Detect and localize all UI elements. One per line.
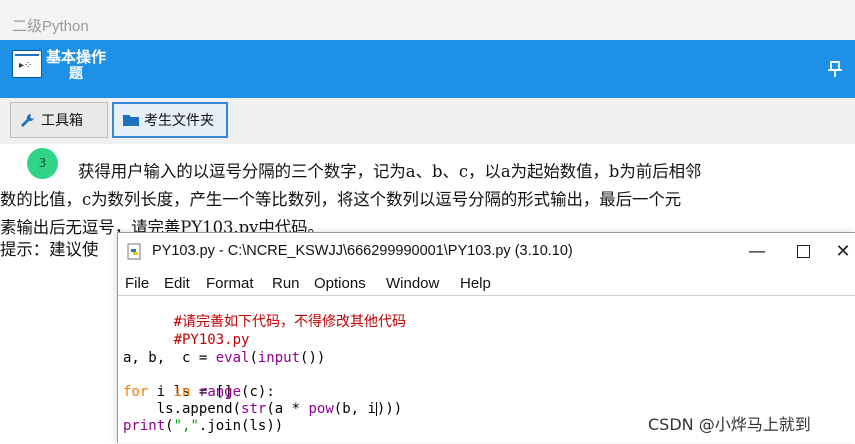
code-line: a, b, c = eval(input()) — [123, 350, 326, 366]
toolbox-label: 工具箱 — [41, 113, 83, 129]
task-icon: ▸⁘ — [12, 50, 42, 78]
code-line: #PY103.py — [173, 332, 250, 348]
code-line: ls = [] — [173, 384, 233, 400]
toolbar: 工具箱 考生文件夹 — [0, 98, 855, 144]
question-line: 获得用户输入的以逗号分隔的三个数字，记为a、b、c，以a为起始数值，b为前后相邻 — [78, 162, 702, 181]
code-line: print(",".join(ls)) — [123, 418, 284, 434]
banner-title-cont: 题 — [69, 66, 83, 82]
toolbox-button[interactable]: 工具箱 — [10, 102, 108, 138]
menu-help[interactable]: Help — [460, 275, 491, 292]
code-line: #请完善如下代码，不得修改其他代码 — [173, 314, 407, 330]
question-line: 数的比值，c为数列长度，产生一个等比数列，将这个数列以逗号分隔的形式输出，最后一… — [0, 190, 682, 209]
code-line: for i in range(c): — [123, 384, 275, 400]
idle-menubar: File Edit Format Run Options Window Help — [118, 271, 855, 295]
menu-options[interactable]: Options — [314, 275, 366, 292]
wrench-icon — [21, 114, 34, 127]
close-button[interactable]: ✕ — [820, 239, 855, 265]
idle-window-title: PY103.py - C:\NCRE_KSWJJ\666299990001\PY… — [152, 243, 573, 259]
pin-icon[interactable] — [826, 60, 844, 78]
menu-run[interactable]: Run — [272, 275, 300, 292]
menu-file[interactable]: File — [125, 275, 149, 292]
menu-edit[interactable]: Edit — [164, 275, 190, 292]
idle-titlebar[interactable]: PY103.py - C:\NCRE_KSWJJ\666299990001\PY… — [118, 233, 855, 271]
hint-text: 提示：建议使 — [0, 240, 99, 259]
banner — [0, 40, 855, 98]
python-file-icon — [127, 243, 141, 260]
app-title: 二级Python — [12, 18, 89, 35]
minimize-button[interactable]: — — [734, 239, 780, 265]
folder-label: 考生文件夹 — [144, 113, 214, 129]
question-number-badge: 3 — [27, 148, 58, 179]
watermark: CSDN @小烨马上就到 — [648, 415, 811, 434]
folder-icon — [123, 115, 139, 126]
code-line: ls.append(str(a * pow(b, i))) — [123, 401, 403, 417]
menu-format[interactable]: Format — [206, 275, 254, 292]
examinee-folder-button[interactable]: 考生文件夹 — [112, 102, 228, 138]
menu-window[interactable]: Window — [386, 275, 439, 292]
maximize-icon — [796, 245, 810, 258]
app-titlebar: 二级Python — [0, 0, 855, 40]
